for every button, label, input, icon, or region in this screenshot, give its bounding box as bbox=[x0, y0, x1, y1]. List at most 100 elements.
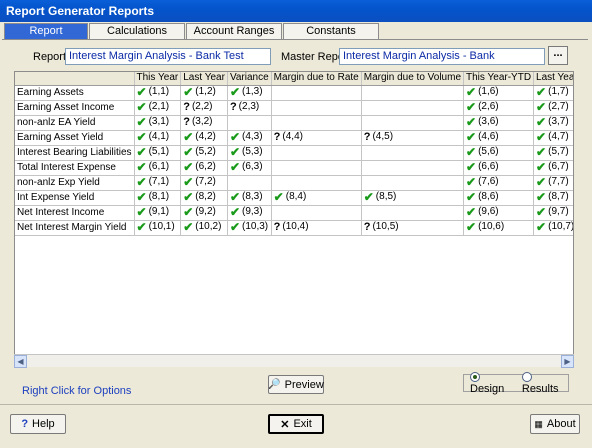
row-label[interactable]: Earning Assets bbox=[15, 85, 135, 101]
grid-cell[interactable]: ✔ (1,6) bbox=[463, 85, 535, 101]
grid-cell[interactable]: ✔ (7,2) bbox=[180, 175, 228, 191]
grid-cell[interactable]: ✔ (2,6) bbox=[463, 100, 535, 116]
grid-cell[interactable]: ? (3,2) bbox=[180, 115, 228, 131]
grid-cell[interactable] bbox=[361, 115, 465, 131]
grid-cell[interactable] bbox=[361, 160, 465, 176]
grid-cell[interactable]: ✔ (8,1) bbox=[134, 190, 182, 206]
grid-cell[interactable]: ✔ (3,1) bbox=[134, 115, 182, 131]
grid-cell[interactable]: ✔ (4,7) bbox=[533, 130, 573, 146]
grid-cell[interactable]: ✔ (3,7) bbox=[533, 115, 573, 131]
grid-cell[interactable]: ✔ (1,3) bbox=[227, 85, 272, 101]
grid-cell[interactable]: ✔ (6,2) bbox=[180, 160, 228, 176]
tab-calculations[interactable]: Calculations bbox=[89, 23, 185, 40]
column-header[interactable]: Variance bbox=[227, 72, 272, 86]
grid-cell[interactable]: ✔ (5,1) bbox=[134, 145, 182, 161]
row-label[interactable]: Interest Bearing Liabilities bbox=[15, 145, 135, 161]
column-header[interactable]: This Year-YTD bbox=[463, 72, 535, 86]
column-header[interactable]: This Year bbox=[134, 72, 182, 86]
grid-cell[interactable]: ✔ (7,7) bbox=[533, 175, 573, 191]
horizontal-scrollbar[interactable]: ◀ ▶ bbox=[14, 354, 574, 368]
grid-cell[interactable]: ✔ (9,3) bbox=[227, 205, 272, 221]
column-header[interactable]: Last Year-YTD bbox=[533, 72, 573, 86]
exit-button[interactable]: ✕ Exit bbox=[268, 414, 324, 434]
grid-cell[interactable]: ✔ (1,2) bbox=[180, 85, 228, 101]
grid-cell[interactable] bbox=[271, 160, 362, 176]
grid-cell[interactable]: ✔ (10,6) bbox=[463, 220, 535, 236]
grid-cell[interactable]: ✔ (8,3) bbox=[227, 190, 272, 206]
grid-cell[interactable]: ✔ (4,1) bbox=[134, 130, 182, 146]
grid-cell[interactable] bbox=[361, 145, 465, 161]
master-report-field[interactable]: Interest Margin Analysis - Bank bbox=[339, 48, 545, 65]
grid-cell[interactable] bbox=[271, 85, 362, 101]
grid-cell[interactable]: ✔ (4,3) bbox=[227, 130, 272, 146]
grid-cell[interactable]: ✔ (10,3) bbox=[227, 220, 272, 236]
grid-cell[interactable]: ✔ (10,2) bbox=[180, 220, 228, 236]
grid-cell[interactable]: ? (10,5) bbox=[361, 220, 465, 236]
tab-report[interactable]: Report bbox=[4, 23, 88, 40]
grid-cell[interactable]: ✔ (1,7) bbox=[533, 85, 573, 101]
grid-cell[interactable]: ? (4,5) bbox=[361, 130, 465, 146]
grid-cell[interactable]: ✔ (7,1) bbox=[134, 175, 182, 191]
grid-cell[interactable]: ✔ (8,4) bbox=[271, 190, 362, 206]
grid-cell[interactable] bbox=[271, 175, 362, 191]
row-label[interactable]: Net Interest Margin Yield bbox=[15, 220, 135, 236]
about-button[interactable]: ▦ About bbox=[530, 414, 580, 434]
grid-cell[interactable]: ✔ (5,2) bbox=[180, 145, 228, 161]
grid-cell[interactable]: ✔ (10,7) bbox=[533, 220, 573, 236]
grid-cell[interactable]: ✔ (4,6) bbox=[463, 130, 535, 146]
grid-cell[interactable]: ? (4,4) bbox=[271, 130, 362, 146]
tab-account-ranges[interactable]: Account Ranges bbox=[186, 23, 282, 40]
grid-cell[interactable]: ✔ (8,7) bbox=[533, 190, 573, 206]
row-label[interactable]: Earning Asset Yield bbox=[15, 130, 135, 146]
scroll-left-icon[interactable]: ◀ bbox=[14, 355, 27, 368]
grid-cell[interactable]: ? (2,2) bbox=[180, 100, 228, 116]
grid-cell[interactable]: ✔ (8,6) bbox=[463, 190, 535, 206]
grid-cell[interactable] bbox=[361, 100, 465, 116]
grid-cell[interactable]: ✔ (2,1) bbox=[134, 100, 182, 116]
row-label[interactable]: Total Interest Expense bbox=[15, 160, 135, 176]
help-button[interactable]: ? Help bbox=[10, 414, 66, 434]
grid-cell[interactable] bbox=[271, 205, 362, 221]
grid-cell[interactable]: ✔ (9,1) bbox=[134, 205, 182, 221]
grid-cell[interactable]: ✔ (2,7) bbox=[533, 100, 573, 116]
grid-cell[interactable] bbox=[227, 115, 272, 131]
row-label[interactable]: Earning Asset Income bbox=[15, 100, 135, 116]
design-radio[interactable]: Design bbox=[470, 371, 514, 395]
row-label[interactable]: non-anlz EA Yield bbox=[15, 115, 135, 131]
grid-cell[interactable]: ✔ (9,7) bbox=[533, 205, 573, 221]
grid-cell[interactable] bbox=[271, 100, 362, 116]
grid-cell[interactable] bbox=[361, 205, 465, 221]
browse-button[interactable]: ... bbox=[548, 46, 568, 65]
row-label[interactable]: Net Interest Income bbox=[15, 205, 135, 221]
grid-cell[interactable]: ✔ (5,3) bbox=[227, 145, 272, 161]
grid-cell[interactable]: ✔ (1,1) bbox=[134, 85, 182, 101]
grid-cell[interactable]: ✔ (6,6) bbox=[463, 160, 535, 176]
grid-cell[interactable]: ✔ (7,6) bbox=[463, 175, 535, 191]
grid-cell[interactable] bbox=[271, 145, 362, 161]
report-name-field[interactable]: Interest Margin Analysis - Bank Test bbox=[65, 48, 271, 65]
report-grid[interactable]: This Year Last Year Variance Margin due to … bbox=[14, 71, 574, 367]
grid-cell[interactable] bbox=[227, 175, 272, 191]
results-radio[interactable]: Results bbox=[521, 371, 568, 395]
grid-cell[interactable]: ✔ (8,2) bbox=[180, 190, 228, 206]
grid-cell[interactable]: ✔ (6,3) bbox=[227, 160, 272, 176]
grid-cell[interactable]: ✔ (3,6) bbox=[463, 115, 535, 131]
grid-cell[interactable]: ✔ (10,1) bbox=[134, 220, 182, 236]
grid-cell[interactable]: ✔ (4,2) bbox=[180, 130, 228, 146]
column-header[interactable]: Last Year bbox=[180, 72, 228, 86]
row-label[interactable]: non-anlz Exp Yield bbox=[15, 175, 135, 191]
grid-cell[interactable]: ✔ (8,5) bbox=[361, 190, 465, 206]
grid-cell[interactable]: ? (2,3) bbox=[227, 100, 272, 116]
grid-cell[interactable]: ✔ (9,2) bbox=[180, 205, 228, 221]
row-label[interactable]: Int Expense Yield bbox=[15, 190, 135, 206]
grid-cell[interactable] bbox=[361, 85, 465, 101]
grid-cell[interactable]: ✔ (6,1) bbox=[134, 160, 182, 176]
scroll-right-icon[interactable]: ▶ bbox=[561, 355, 574, 368]
grid-cell[interactable] bbox=[361, 175, 465, 191]
grid-cell[interactable]: ✔ (6,7) bbox=[533, 160, 573, 176]
grid-cell[interactable] bbox=[271, 115, 362, 131]
grid-cell[interactable]: ✔ (5,7) bbox=[533, 145, 573, 161]
grid-cell[interactable]: ✔ (5,6) bbox=[463, 145, 535, 161]
tab-constants[interactable]: Constants bbox=[283, 23, 379, 40]
grid-cell[interactable]: ✔ (9,6) bbox=[463, 205, 535, 221]
